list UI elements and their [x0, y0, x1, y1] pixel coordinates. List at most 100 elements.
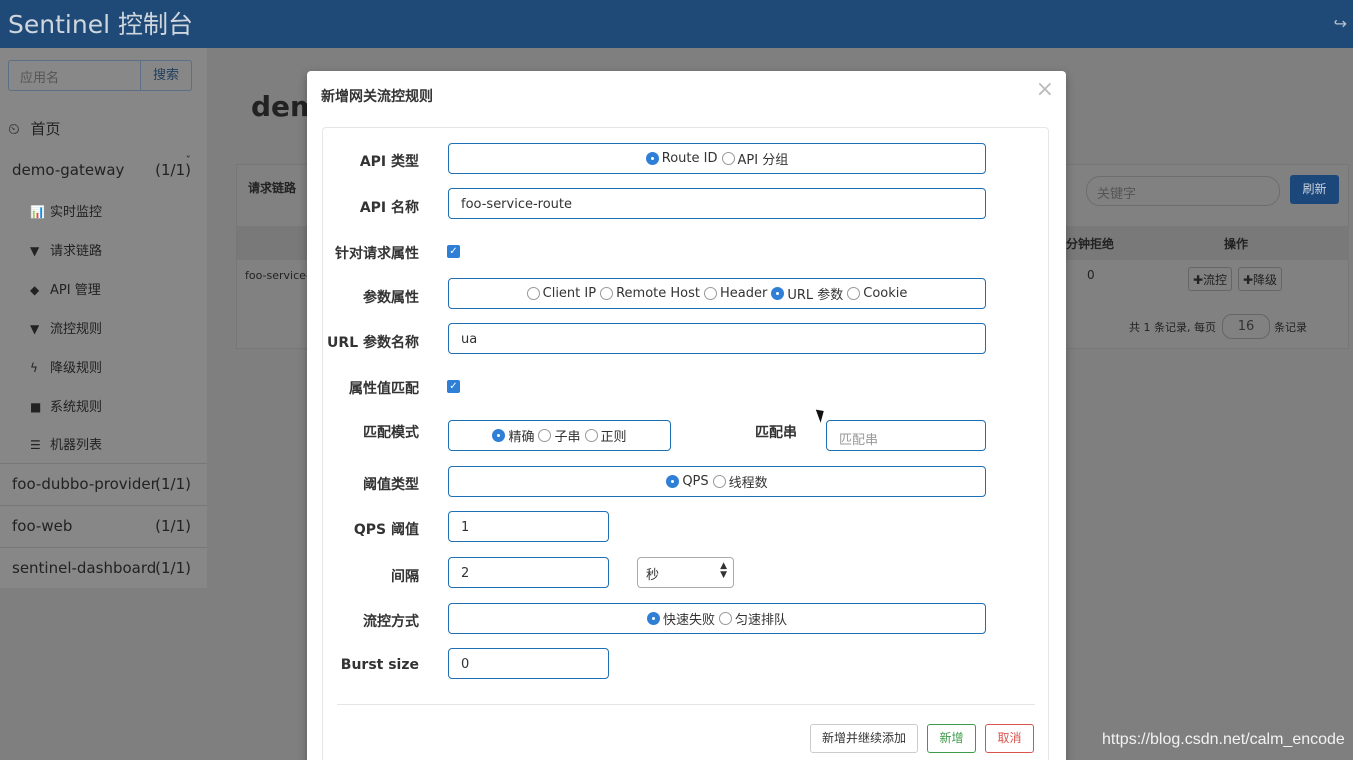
interval-input[interactable]: 2: [448, 557, 609, 588]
radio-url-param[interactable]: URL 参数: [771, 284, 843, 303]
radio-unchecked-icon: [712, 475, 726, 488]
radio-route-id[interactable]: Route ID: [645, 151, 718, 166]
app-name: foo-web: [12, 517, 73, 535]
add-and-continue-button[interactable]: 新增并继续添加: [810, 724, 918, 753]
radio-fast-fail[interactable]: 快速失败: [646, 609, 715, 628]
add-gateway-flow-rule-dialog: 新增网关流控规则 ×: [307, 71, 1066, 760]
divider: [0, 547, 207, 548]
app-item-demo-gateway[interactable]: demo-gateway (1/1) ˇ: [0, 154, 207, 179]
param-attr-label: 参数属性: [363, 290, 419, 306]
bar-chart-icon: 📊: [30, 205, 45, 219]
api-name-label: API 名称: [359, 200, 419, 216]
radio-header[interactable]: Header: [703, 286, 767, 301]
menu-item-api[interactable]: ◆ API 管理: [30, 279, 101, 298]
nav-home-label: 首页: [30, 120, 61, 138]
divider: [0, 463, 207, 464]
menu-item-trace[interactable]: ▼ 请求链路: [30, 240, 102, 259]
nav-home[interactable]: ⏲ 首页: [8, 118, 207, 139]
clock-icon: ⏲: [8, 120, 20, 138]
dialog-title: 新增网关流控规则: [321, 89, 433, 105]
radio-unchecked-icon: [719, 612, 732, 625]
radio-api-group[interactable]: API 分组: [721, 149, 788, 168]
list-icon: ☰: [30, 438, 41, 452]
match-mode-label: 匹配模式: [363, 425, 419, 441]
filter-icon: ▼: [30, 244, 40, 258]
app-name: foo-dubbo-provider: [12, 475, 157, 493]
burst-size-input[interactable]: 0: [448, 648, 609, 679]
interval-unit-select[interactable]: 秒 ▲ ▼: [637, 557, 734, 588]
radio-unchecked-icon: [584, 429, 598, 442]
api-type-label: API 类型: [359, 154, 419, 170]
divider: [0, 505, 207, 506]
control-mode-label: 流控方式: [363, 614, 419, 630]
add-degrade-button[interactable]: ✚降级: [1238, 267, 1283, 291]
burst-size-label: Burst size: [340, 657, 419, 673]
logout-icon[interactable]: ↪: [1334, 14, 1347, 33]
menu-item-flow-rules[interactable]: ▼ 流控规则: [30, 318, 102, 337]
app-item-sentinel-dashboard[interactable]: sentinel-dashboard (1/1): [0, 559, 207, 577]
api-type-radio-group: Route ID API 分组: [448, 143, 986, 174]
refresh-button[interactable]: 刷新: [1290, 175, 1339, 204]
col-reject: 分钟拒绝: [1066, 237, 1115, 251]
url-param-name-input[interactable]: ua: [448, 323, 986, 354]
search-button[interactable]: 搜索: [140, 60, 192, 91]
app-item-foo-dubbo-provider[interactable]: foo-dubbo-provider (1/1): [0, 475, 207, 493]
menu-label: API 管理: [50, 283, 101, 298]
attr-match-checkbox[interactable]: ✓: [447, 380, 460, 393]
radio-checked-icon: [666, 475, 680, 488]
menu-label: 降级规则: [50, 361, 103, 376]
add-button[interactable]: 新增: [927, 724, 976, 753]
keyword-input[interactable]: 关键字: [1086, 176, 1280, 206]
app-item-foo-web[interactable]: foo-web (1/1): [0, 517, 207, 535]
menu-item-degrade-rules[interactable]: ϟ 降级规则: [30, 357, 102, 376]
attr-match-label: 属性值匹配: [349, 381, 419, 397]
tags-icon: ◆: [30, 283, 40, 297]
add-flow-button[interactable]: ✚流控: [1188, 267, 1233, 291]
param-attr-radio-group: Client IP Remote Host Header URL 参数 Cook…: [448, 278, 986, 309]
pager-prefix: 共 1 条记录, 每页: [1129, 321, 1216, 334]
url-param-name-label: URL 参数名称: [327, 335, 419, 351]
brand-title[interactable]: Sentinel 控制台: [8, 5, 193, 41]
menu-label: 流控规则: [50, 322, 103, 337]
radio-client-ip[interactable]: Client IP: [526, 286, 596, 301]
filter-icon: ▼: [30, 322, 40, 336]
cancel-button[interactable]: 取消: [985, 724, 1034, 753]
radio-checked-icon: [771, 287, 785, 300]
api-name-input[interactable]: foo-service-route: [448, 188, 986, 219]
radio-rate-limiter[interactable]: 匀速排队: [719, 609, 787, 628]
menu-item-monitor[interactable]: 📊 实时监控: [30, 201, 102, 220]
radio-exact[interactable]: 精确: [492, 426, 534, 445]
radio-unchecked-icon: [538, 429, 552, 442]
threshold-type-radio-group: QPS 线程数: [448, 466, 986, 497]
footer-divider: [337, 704, 1035, 705]
menu-item-system-rules[interactable]: ■ 系统规则: [30, 396, 102, 415]
radio-checked-icon: [646, 612, 660, 625]
app-name: sentinel-dashboard: [12, 559, 157, 577]
radio-qps[interactable]: QPS: [666, 474, 709, 489]
col-ops: 操作: [1224, 237, 1249, 251]
chevron-down-icon: ˇ: [185, 154, 192, 167]
app-search-input[interactable]: 应用名: [8, 60, 141, 91]
qps-input[interactable]: 1: [448, 511, 609, 542]
top-header: Sentinel 控制台 ↪: [0, 0, 1353, 48]
menu-label: 请求链路: [50, 244, 103, 259]
radio-remote-host[interactable]: Remote Host: [600, 286, 700, 301]
flash-icon: ϟ: [30, 361, 38, 375]
threshold-type-label: 阈值类型: [363, 477, 419, 493]
param-flag-label: 针对请求属性: [335, 246, 419, 262]
param-flag-checkbox[interactable]: ✓: [447, 245, 460, 258]
close-icon[interactable]: ×: [1036, 77, 1054, 102]
radio-thread-count[interactable]: 线程数: [712, 472, 768, 491]
radio-unchecked-icon: [526, 287, 540, 300]
page-size-input[interactable]: 16: [1222, 314, 1270, 339]
app-count: (1/1): [155, 517, 191, 535]
match-str-input[interactable]: 匹配串: [826, 420, 986, 451]
radio-cookie[interactable]: Cookie: [847, 286, 907, 301]
radio-regex[interactable]: 正则: [584, 426, 627, 445]
radio-unchecked-icon: [600, 287, 614, 300]
radio-substring[interactable]: 子串: [538, 426, 581, 445]
menu-item-machines[interactable]: ☰ 机器列表: [30, 434, 102, 453]
menu-label: 实时监控: [50, 205, 103, 220]
radio-checked-icon: [645, 152, 659, 165]
app-name: demo-gateway: [12, 161, 125, 179]
